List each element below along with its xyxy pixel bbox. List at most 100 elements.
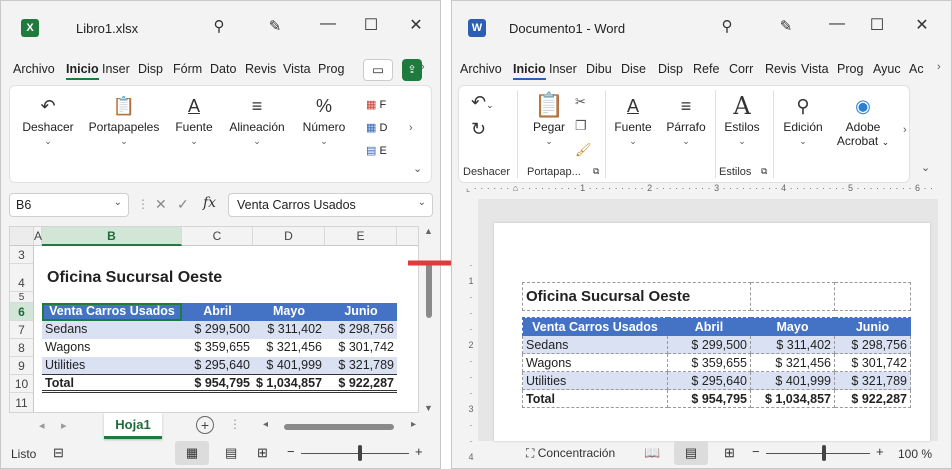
tab-vista[interactable]: Vista	[283, 62, 311, 76]
data-cell[interactable]: $ 321,789	[325, 357, 397, 375]
header-cell[interactable]: Mayo	[750, 317, 835, 336]
zoom-in-icon[interactable]: +	[415, 444, 423, 459]
tab-ayuda[interactable]: Ayuc	[873, 62, 901, 76]
search-icon[interactable]: ⚲	[207, 17, 231, 35]
scroll-down-icon[interactable]: ▼	[424, 403, 433, 413]
print-layout-icon[interactable]: ▤	[674, 441, 708, 465]
empty-cell[interactable]	[750, 282, 835, 311]
total-cell[interactable]: Total	[522, 389, 668, 408]
close-button[interactable]: ✕	[401, 15, 431, 35]
row-header[interactable]: 6	[10, 303, 34, 321]
column-header-d[interactable]: D	[253, 227, 325, 246]
column-header-c[interactable]: C	[182, 227, 253, 246]
tab-disposicion[interactable]: Disp	[658, 62, 683, 76]
tab-datos[interactable]: Dato	[210, 62, 236, 76]
search-icon[interactable]: ⚲	[715, 17, 739, 35]
sheet-options-icon[interactable]: ⋮	[229, 417, 241, 431]
hscroll-right-icon[interactable]: ▸	[411, 419, 416, 430]
header-cell[interactable]: Abril	[182, 303, 253, 321]
row-header[interactable]: 5	[10, 292, 34, 303]
clipboard-group[interactable]: 📋 Portapapeles ⌄	[84, 86, 164, 147]
undo-group[interactable]: ↶⌄ ↻	[471, 90, 494, 141]
zoom-slider-thumb[interactable]	[358, 445, 362, 461]
data-cell[interactable]: $ 401,999	[253, 357, 325, 375]
tab-diseno[interactable]: Dise	[621, 62, 646, 76]
formula-bar[interactable]: Venta Carros Usados ⌄	[228, 193, 433, 217]
total-cell[interactable]: $ 922,287	[834, 389, 911, 408]
header-cell[interactable]: Mayo	[253, 303, 325, 321]
data-cell[interactable]: $ 301,742	[325, 339, 397, 357]
data-cell[interactable]: $ 311,402	[750, 335, 835, 354]
header-cell[interactable]: Abril	[667, 317, 751, 336]
document-page[interactable]: Oficina Sucursal Oeste Venta Carros Usad…	[494, 223, 930, 441]
total-cell[interactable]: $ 954,795	[182, 375, 253, 393]
page-break-icon[interactable]: ⊞	[257, 445, 268, 461]
sheet-prev-icon[interactable]: ◂	[39, 419, 45, 432]
data-cell[interactable]: $ 298,756	[834, 335, 911, 354]
tab-disposicion[interactable]: Disp	[138, 62, 163, 76]
read-mode-icon[interactable]: 📖	[644, 445, 660, 461]
accessibility-icon[interactable]: ⊟	[53, 445, 64, 461]
data-cell[interactable]: $ 321,456	[253, 339, 325, 357]
column-header-a[interactable]: A	[34, 227, 42, 246]
cancel-icon[interactable]: ✕	[155, 196, 167, 213]
redo-icon[interactable]: ↻	[471, 119, 486, 139]
format-painter-icon[interactable]: 🖌	[575, 138, 592, 162]
data-cell[interactable]: $ 295,640	[667, 371, 751, 390]
data-cell[interactable]: $ 359,655	[667, 353, 751, 372]
data-cell[interactable]: Utilities	[522, 371, 668, 390]
data-cell[interactable]: $ 295,640	[182, 357, 253, 375]
row-header[interactable]: 7	[10, 321, 34, 339]
minimize-button[interactable]: —	[313, 15, 343, 33]
tab-acrobat[interactable]: Ac	[909, 62, 924, 76]
cut-icon[interactable]: ✂	[575, 90, 592, 114]
header-cell[interactable]: Junio	[834, 317, 911, 336]
sheet-next-icon[interactable]: ▸	[61, 419, 67, 432]
tab-revisar[interactable]: Revis	[245, 62, 276, 76]
tab-correspondencia[interactable]: Corr	[729, 62, 753, 76]
horizontal-scroll-thumb[interactable]	[284, 424, 394, 430]
close-button[interactable]: ✕	[907, 15, 937, 35]
tabs-scroll-right-icon[interactable]: ›	[421, 61, 425, 73]
tabs-scroll-right-icon[interactable]: ›	[937, 61, 941, 73]
tab-inicio[interactable]: Inicio	[66, 62, 99, 80]
styles-group[interactable]: ▦ F ▦ D ▤ E	[366, 94, 398, 163]
page-layout-icon[interactable]: ▤	[225, 445, 237, 461]
data-cell[interactable]: Sedans	[42, 321, 182, 339]
column-header-b[interactable]: B	[42, 227, 182, 246]
adobe-acrobat-group[interactable]: ◉ Adobe Acrobat ⌄	[833, 86, 893, 148]
row-header[interactable]: 8	[10, 339, 34, 357]
data-cell[interactable]: $ 301,742	[834, 353, 911, 372]
sheet-title-cell[interactable]: Oficina Sucursal Oeste	[44, 269, 294, 286]
ribbon-scroll-right-icon[interactable]: ›	[409, 122, 413, 134]
data-cell[interactable]: Wagons	[42, 339, 182, 357]
styles-launcher-icon[interactable]: ⧉	[761, 166, 767, 177]
hscroll-left-icon[interactable]: ◂	[263, 419, 268, 430]
tab-insertar[interactable]: Inser	[549, 62, 577, 76]
zoom-out-icon[interactable]: −	[287, 444, 295, 459]
tab-insertar[interactable]: Inser	[102, 62, 130, 76]
data-cell[interactable]: $ 321,789	[834, 371, 911, 390]
total-cell[interactable]: $ 922,287	[325, 375, 397, 393]
total-cell[interactable]: Total	[42, 375, 182, 393]
vertical-ruler[interactable]: · 1 · · · 2 · · · 3 · · 4	[464, 199, 478, 462]
data-cell[interactable]: $ 311,402	[253, 321, 325, 339]
share-icon[interactable]: ⇪	[402, 59, 422, 81]
focus-mode-button[interactable]: ⛶ Concentración	[526, 446, 615, 461]
row-header[interactable]: 9	[10, 357, 34, 375]
minimize-button[interactable]: —	[822, 15, 852, 33]
sheet-tab-hoja1[interactable]: Hoja1	[104, 413, 162, 439]
zoom-slider-thumb[interactable]	[822, 445, 826, 461]
ribbon-collapse-icon[interactable]: ⌄	[413, 162, 422, 175]
zoom-slider[interactable]	[766, 453, 870, 454]
empty-cell[interactable]	[834, 282, 911, 311]
row-header[interactable]: 3	[10, 246, 34, 264]
add-sheet-icon[interactable]: +	[196, 416, 214, 434]
normal-view-icon[interactable]: ▦	[175, 441, 209, 465]
data-cell[interactable]: Wagons	[522, 353, 668, 372]
formula-bar-grip-icon[interactable]: ⋮	[137, 197, 149, 211]
table-title-cell[interactable]: Oficina Sucursal Oeste	[522, 282, 751, 311]
insert-function-icon[interactable]: fx	[203, 195, 216, 211]
maximize-button[interactable]: ☐	[862, 15, 892, 35]
zoom-out-icon[interactable]: −	[752, 444, 760, 459]
